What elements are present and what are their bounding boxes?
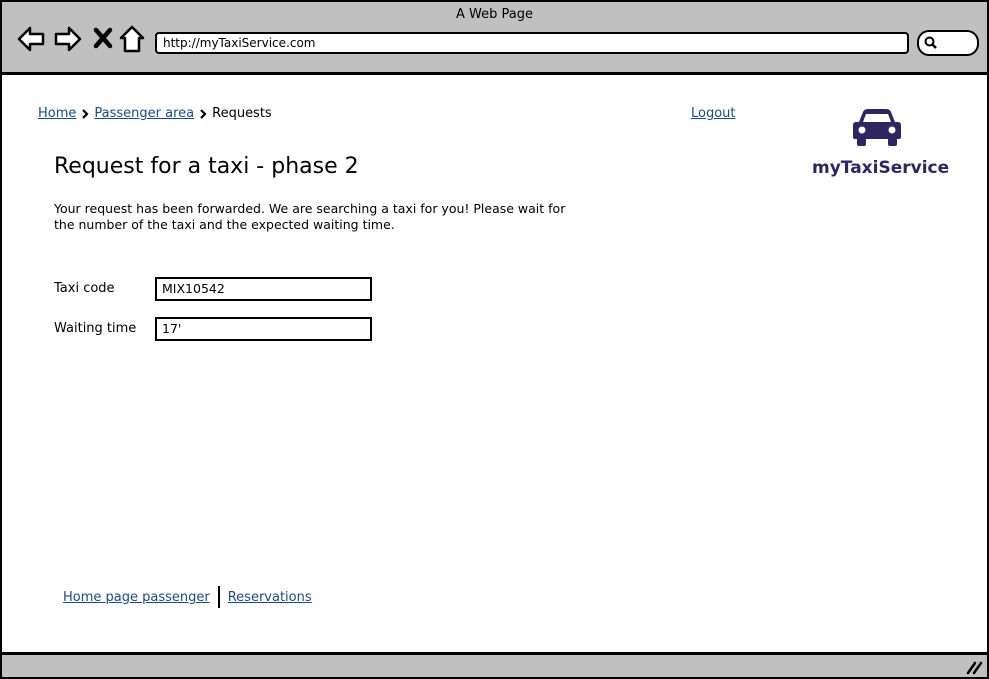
stop-icon[interactable]	[90, 24, 120, 54]
waiting-time-field[interactable]: 17'	[155, 317, 372, 341]
footer-divider	[217, 586, 220, 608]
reservations-link[interactable]: Reservations	[228, 590, 312, 605]
breadcrumb: Home Passenger area Requests	[38, 106, 272, 121]
status-message: Your request has been forwarded. We are …	[54, 201, 566, 232]
footer-links: Home page passenger Reservations	[63, 586, 312, 608]
search-field[interactable]	[917, 30, 979, 56]
browser-window: A Web Page http://myTaxiService.com Home…	[0, 0, 989, 679]
breadcrumb-current: Requests	[212, 106, 272, 121]
browser-chrome: A Web Page http://myTaxiService.com	[2, 2, 987, 75]
taxi-icon	[853, 109, 901, 146]
home-page-passenger-link[interactable]: Home page passenger	[63, 590, 210, 605]
taxi-code-label: Taxi code	[54, 281, 115, 296]
status-bar	[2, 652, 987, 677]
url-bar[interactable]: http://myTaxiService.com	[155, 32, 909, 54]
search-icon	[924, 36, 937, 49]
waiting-time-label: Waiting time	[54, 321, 137, 336]
chevron-right-icon	[82, 108, 89, 119]
forward-icon[interactable]	[53, 24, 83, 54]
home-icon[interactable]	[117, 24, 147, 54]
logo: myTaxiService	[812, 108, 950, 178]
page-title: Request for a taxi - phase 2	[54, 154, 359, 179]
logout-link[interactable]: Logout	[691, 106, 736, 121]
chevron-right-icon	[200, 108, 207, 119]
breadcrumb-home-link[interactable]: Home	[38, 106, 76, 121]
resize-handle-icon[interactable]	[965, 659, 983, 675]
logo-text: myTaxiService	[812, 158, 950, 178]
window-title: A Web Page	[456, 7, 533, 22]
breadcrumb-passenger-area-link[interactable]: Passenger area	[94, 106, 194, 121]
taxi-code-field[interactable]: MIX10542	[155, 277, 372, 301]
back-icon[interactable]	[16, 24, 46, 54]
